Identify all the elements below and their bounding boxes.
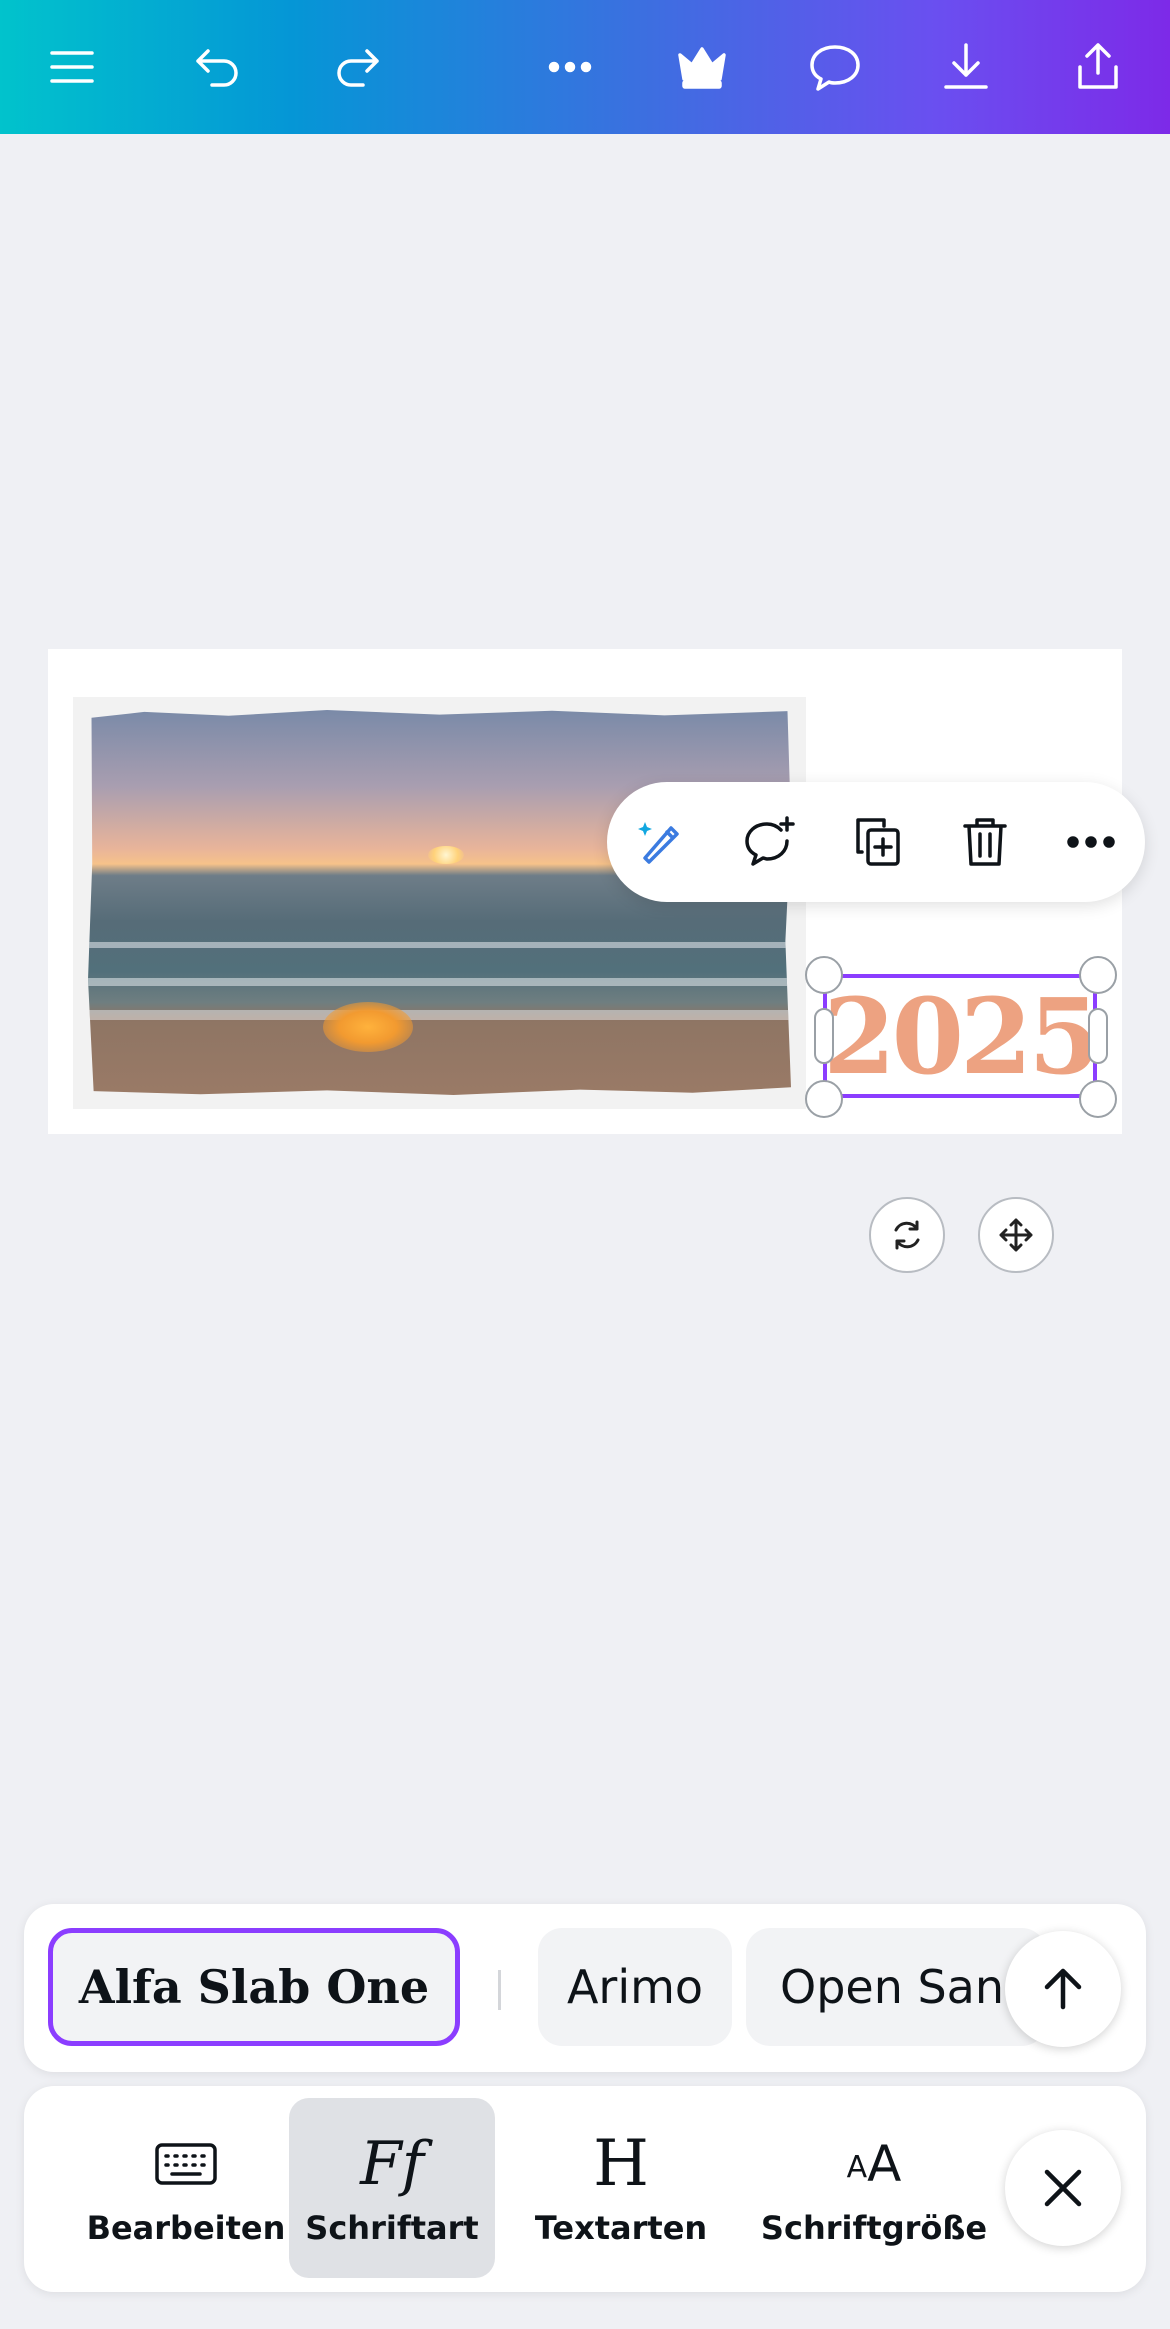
add-comment-button[interactable] [729,802,809,882]
rotate-button[interactable] [869,1197,945,1273]
share-icon [1078,43,1118,89]
menu-icon [50,51,94,83]
menu-button[interactable] [27,22,117,112]
divider [498,1970,501,2010]
surf-line [88,942,791,948]
tool-schriftgroesse[interactable]: A A Schriftgröße [734,2098,1014,2278]
context-toolbar [607,782,1145,902]
magic-edit-button[interactable] [621,802,701,882]
font-icon: Ff [360,2129,424,2199]
redo-icon [337,49,379,87]
premium-button[interactable] [657,22,747,112]
rotate-icon [894,1220,920,1250]
delete-icon [963,818,1007,866]
close-icon [1044,2169,1082,2207]
font-option-alfa-slab-one[interactable]: Alfa Slab One [48,1928,460,2046]
add-comment-icon [745,816,795,866]
duplicate-icon [856,818,900,866]
arrow-up-icon [1044,1968,1082,2010]
undo-button[interactable] [173,22,263,112]
comment-icon [810,45,860,91]
download-button[interactable] [921,22,1011,112]
text-tools-bar: Bearbeiten Ff Schriftart H Textarten A A… [24,2086,1146,2292]
tool-schriftart[interactable]: Ff Schriftart [289,2098,495,2278]
tool-label: Bearbeiten [86,2209,286,2247]
resize-handle-left[interactable] [814,1008,834,1064]
selected-text-box[interactable]: 2025 [823,974,1101,1098]
font-option-arimo[interactable]: Arimo [538,1928,732,2046]
more-button[interactable] [1051,802,1131,882]
sun-glow [428,846,464,864]
resize-handle-top-left[interactable] [805,956,843,994]
redo-button[interactable] [312,22,402,112]
heading-glyph: H [593,2127,649,2201]
font-glyph: Ff [360,2129,424,2199]
font-picker-strip: Alfa Slab One Arimo Open Sans [24,1904,1146,2072]
top-toolbar [0,0,1170,134]
tool-textarten[interactable]: H Textarten [521,2098,721,2278]
more-options-button[interactable] [525,22,615,112]
undo-icon [196,49,238,87]
move-icon [999,1218,1033,1252]
resize-handle-bottom-left[interactable] [805,1080,843,1118]
more-icon [548,61,592,73]
comment-button[interactable] [790,22,880,112]
beach-sunset-photo[interactable] [88,710,791,1095]
font-size-glyph-large: A [867,2135,902,2193]
font-size-icon: A A [847,2129,902,2199]
delete-button[interactable] [945,802,1025,882]
heading-icon: H [593,2127,649,2201]
sun-reflection [323,1002,413,1052]
tool-label: Schriftart [305,2209,479,2247]
font-option-open-sans[interactable]: Open Sans [746,1928,1046,2046]
download-icon [944,43,988,89]
more-icon [1067,836,1115,848]
expand-fonts-button[interactable] [1005,1931,1121,2047]
close-button[interactable] [1005,2130,1121,2246]
tool-label: Schriftgröße [760,2209,988,2247]
resize-handle-bottom-right[interactable] [1079,1080,1117,1118]
surf-line [88,978,791,986]
resize-handle-right[interactable] [1088,1008,1108,1064]
duplicate-button[interactable] [838,802,918,882]
surf-line [88,1010,791,1020]
share-button[interactable] [1053,22,1143,112]
move-button[interactable] [978,1197,1054,1273]
tool-bearbeiten[interactable]: Bearbeiten [54,2098,318,2278]
magic-edit-icon [638,822,679,864]
font-size-glyph-small: A [846,2150,868,2185]
keyboard-icon [154,2129,218,2199]
tool-label: Textarten [534,2209,708,2247]
resize-handle-top-right[interactable] [1079,956,1117,994]
crown-icon [678,47,726,89]
year-text[interactable]: 2025 [823,975,1100,1098]
